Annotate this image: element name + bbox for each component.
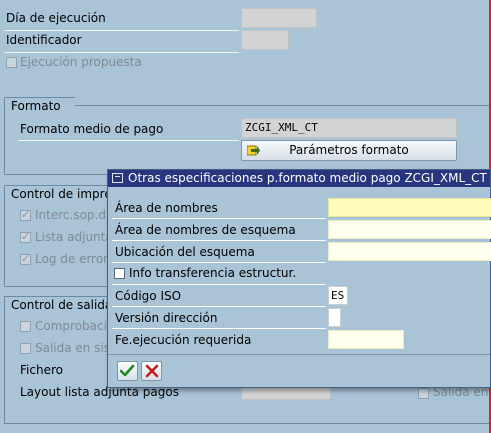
control-impresion-title: Control de impres	[4, 185, 122, 202]
salida-sistema-checkbox[interactable]	[20, 343, 31, 354]
lista-adjunta-label: Lista adjunta	[35, 230, 113, 244]
identificador-label: Identificador	[6, 33, 82, 47]
cancel-button[interactable]	[141, 361, 162, 381]
area-nombres-label: Área de nombres	[115, 201, 218, 215]
window-icon	[112, 173, 123, 183]
salida-right-checkbox[interactable]	[418, 388, 429, 399]
row-separator	[4, 30, 239, 31]
fe-ejecucion-label: Fe.ejecución requerida	[115, 333, 252, 347]
dia-ejecucion-label: Día de ejecución	[6, 11, 106, 25]
lista-adjunta-checkbox[interactable]	[20, 230, 31, 243]
codigo-iso-label: Código ISO	[115, 289, 182, 303]
formato-frame-title: Formato	[4, 97, 75, 114]
confirm-button[interactable]	[117, 361, 138, 381]
control-salida-title: Control de salida	[4, 296, 117, 313]
interc-checkbox[interactable]	[20, 208, 31, 221]
interc-label: Interc.sop.da	[35, 208, 114, 222]
log-errores-label: Log de errore	[35, 252, 116, 266]
otras-especificaciones-dialog: Otras especificaciones p.formato medio p…	[107, 169, 491, 388]
area-nombres-input[interactable]	[328, 198, 491, 217]
identificador-field[interactable]	[241, 30, 289, 50]
parametros-formato-button[interactable]: Parámetros formato	[241, 140, 457, 161]
ubicacion-esquema-label: Ubicación del esquema	[115, 245, 255, 259]
dialog-title-bar: Otras especificaciones p.formato medio p…	[108, 170, 490, 187]
version-direccion-label: Versión dirección	[115, 311, 218, 325]
area-esquema-label: Área de nombres de esquema	[115, 223, 296, 237]
ejecucion-propuesta-checkbox[interactable]	[6, 57, 17, 68]
version-direccion-input[interactable]	[328, 308, 341, 327]
formato-medio-pago-field[interactable]: ZCGI_XML_CT	[241, 118, 457, 138]
arrow-icon	[246, 143, 261, 157]
codigo-iso-input[interactable]: ES	[328, 286, 348, 305]
info-transferencia-checkbox[interactable]	[114, 268, 125, 279]
fe-ejecucion-input[interactable]	[328, 330, 404, 349]
parametros-formato-label: Parámetros formato	[289, 143, 409, 157]
area-esquema-input[interactable]	[328, 220, 491, 239]
row-separator	[4, 52, 239, 53]
fichero-label: Fichero	[20, 363, 63, 377]
ubicacion-esquema-input[interactable]	[328, 242, 491, 261]
log-errores-checkbox[interactable]	[20, 252, 31, 265]
formato-medio-pago-label: Formato medio de pago	[20, 122, 164, 136]
dialog-title: Otras especificaciones p.formato medio p…	[128, 171, 487, 185]
cross-icon	[145, 364, 158, 378]
comprobacion-label: Comprobació	[35, 319, 115, 333]
ejecucion-propuesta-label: Ejecución propuesta	[20, 55, 142, 69]
checkmark-icon	[119, 364, 135, 377]
info-transferencia-label: Info transferencia estructur.	[129, 266, 297, 280]
comprobacion-checkbox[interactable]	[20, 321, 31, 332]
dia-ejecucion-field[interactable]	[241, 8, 317, 28]
